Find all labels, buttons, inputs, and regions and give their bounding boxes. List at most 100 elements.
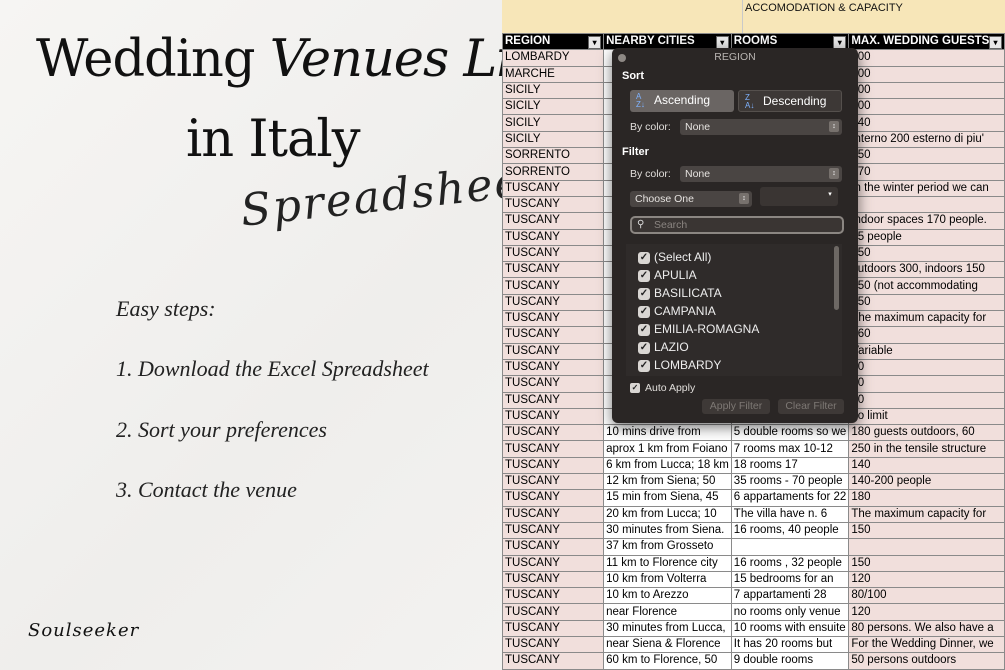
table-cell[interactable]: 37 km from Grosseto xyxy=(603,538,732,556)
table-cell[interactable]: 150 xyxy=(848,244,1005,263)
table-cell[interactable]: 180 guests outdoors, 60 xyxy=(848,424,1005,442)
table-cell[interactable]: 30 minutes from Lucca, xyxy=(603,619,732,637)
table-cell[interactable]: TUSCANY xyxy=(502,489,605,507)
list-item[interactable]: LAZIO xyxy=(654,340,689,354)
list-item[interactable]: LOMBARDY xyxy=(654,358,721,372)
table-cell[interactable]: TUSCANY xyxy=(502,277,605,295)
table-cell[interactable]: SORRENTO xyxy=(502,147,605,165)
list-item[interactable]: BASILICATA xyxy=(654,286,722,300)
column-header-max-guests[interactable]: MAX. WEDDING GUESTS ▾ xyxy=(848,32,1005,51)
table-cell[interactable]: The maximum capacity for xyxy=(848,505,1005,523)
table-cell[interactable]: 16 rooms , 32 people xyxy=(730,554,850,572)
list-item[interactable]: APULIA xyxy=(654,268,697,282)
checkbox-campania[interactable]: ✓ xyxy=(638,306,650,318)
table-cell[interactable]: Indoor spaces 170 people. xyxy=(848,212,1005,230)
table-cell[interactable]: 20 km from Lucca; 10 xyxy=(603,505,732,523)
checkbox-lazio[interactable]: ✓ xyxy=(638,342,650,354)
table-cell[interactable]: TUSCANY xyxy=(502,261,605,279)
table-cell[interactable]: 270 xyxy=(848,163,1005,181)
table-cell[interactable]: TUSCANY xyxy=(502,521,605,540)
table-cell[interactable]: 80/100 xyxy=(848,587,1005,605)
sort-descending-button[interactable]: Z A↓ Descending xyxy=(738,90,842,112)
table-cell[interactable]: TUSCANY xyxy=(502,619,605,637)
table-cell[interactable]: 250 in the tensile structure xyxy=(848,440,1005,458)
table-cell[interactable]: 6 km from Lucca; 18 km xyxy=(603,456,732,475)
table-cell[interactable]: 16 rooms, 40 people xyxy=(730,521,850,540)
table-cell[interactable]: TUSCANY xyxy=(502,505,605,523)
table-cell[interactable]: 10 km to Arezzo xyxy=(603,587,732,605)
table-cell[interactable]: near Florence xyxy=(603,603,732,621)
table-cell[interactable]: TUSCANY xyxy=(502,538,605,556)
table-cell[interactable] xyxy=(848,195,1005,214)
table-cell[interactable]: TUSCANY xyxy=(502,212,605,230)
table-cell[interactable]: 9 double rooms xyxy=(730,652,850,670)
table-cell[interactable]: 150 xyxy=(848,293,1005,312)
table-cell[interactable]: 5 double rooms so we xyxy=(730,424,850,442)
table-cell[interactable]: 150 (not accommodating xyxy=(848,277,1005,295)
sort-filter-icon[interactable]: ▾ xyxy=(588,36,602,49)
table-cell[interactable]: 60 km to Florence, 50 xyxy=(603,652,732,670)
table-cell[interactable]: TUSCANY xyxy=(502,326,605,344)
search-input[interactable]: ⚲ Search xyxy=(630,216,844,234)
table-cell[interactable]: near Siena & Florence xyxy=(603,635,732,654)
table-cell[interactable]: TUSCANY xyxy=(502,603,605,621)
table-cell[interactable]: no rooms only venue xyxy=(730,603,850,621)
table-cell[interactable]: 250 xyxy=(848,147,1005,165)
table-cell[interactable]: TUSCANY xyxy=(502,342,605,360)
filter-dropdown-icon[interactable]: ▾ xyxy=(989,36,1002,49)
table-cell[interactable] xyxy=(848,538,1005,556)
checkbox-select-all[interactable]: ✓ xyxy=(638,252,650,264)
table-cell[interactable]: 300 xyxy=(848,81,1005,100)
checkbox-emilia-romagna[interactable]: ✓ xyxy=(638,324,650,336)
table-cell[interactable]: 200 xyxy=(848,49,1005,67)
table-cell[interactable]: For the Wedding Dinner, we xyxy=(848,635,1005,654)
apply-filter-button[interactable]: Apply Filter xyxy=(702,399,770,414)
column-header-region[interactable]: REGION ▾ xyxy=(502,32,605,51)
table-cell[interactable]: 140-200 people xyxy=(848,473,1005,491)
table-cell[interactable]: SORRENTO xyxy=(502,163,605,181)
scrollbar[interactable] xyxy=(834,246,839,310)
list-item[interactable]: EMILIA-ROMAGNA xyxy=(654,322,759,336)
table-cell[interactable]: Interno 200 esterno di piu' xyxy=(848,130,1005,149)
table-cell[interactable]: 6 appartaments for 22 xyxy=(730,489,850,507)
table-cell[interactable]: TUSCANY xyxy=(502,424,605,442)
table-cell[interactable]: 11 km to Florence city xyxy=(603,554,732,572)
checkbox-apulia[interactable]: ✓ xyxy=(638,270,650,282)
table-cell[interactable]: TUSCANY xyxy=(502,570,605,589)
table-cell[interactable]: 300 xyxy=(848,98,1005,116)
table-cell[interactable]: 50 xyxy=(848,391,1005,409)
checkbox-lombardy[interactable]: ✓ xyxy=(638,360,650,372)
table-cell[interactable]: TUSCANY xyxy=(502,587,605,605)
table-cell[interactable]: TUSCANY xyxy=(502,293,605,312)
table-cell[interactable]: SICILY xyxy=(502,81,605,100)
table-cell[interactable]: The villa have n. 6 xyxy=(730,505,850,523)
table-cell[interactable]: 35 rooms - 70 people xyxy=(730,473,850,491)
table-cell[interactable]: 7 rooms max 10-12 xyxy=(730,440,850,458)
table-cell[interactable]: MARCHE xyxy=(502,65,605,83)
table-cell[interactable]: TUSCANY xyxy=(502,391,605,409)
table-cell[interactable]: TUSCANY xyxy=(502,407,605,426)
table-cell[interactable]: TUSCANY xyxy=(502,473,605,491)
table-cell[interactable]: 30 minutes from Siena. xyxy=(603,521,732,540)
table-cell[interactable]: LOMBARDY xyxy=(502,49,605,67)
table-cell[interactable]: 120 xyxy=(848,570,1005,589)
table-cell[interactable]: 15 min from Siena, 45 xyxy=(603,489,732,507)
table-cell[interactable]: 50 persons outdoors xyxy=(848,652,1005,670)
table-cell[interactable]: 10 km from Volterra xyxy=(603,570,732,589)
table-cell[interactable]: SICILY xyxy=(502,130,605,149)
table-cell[interactable]: SICILY xyxy=(502,98,605,116)
empty-header-cell[interactable] xyxy=(502,0,743,33)
table-cell[interactable]: TUSCANY xyxy=(502,440,605,458)
table-cell[interactable]: TUSCANY xyxy=(502,554,605,572)
table-cell[interactable]: 180 xyxy=(848,489,1005,507)
table-cell[interactable]: It has 20 rooms but xyxy=(730,635,850,654)
table-cell[interactable]: outdoors 300, indoors 150 xyxy=(848,261,1005,279)
table-cell[interactable]: 35 people xyxy=(848,228,1005,246)
table-cell[interactable]: TUSCANY xyxy=(502,195,605,214)
table-cell[interactable]: TUSCANY xyxy=(502,244,605,263)
table-cell[interactable]: SICILY xyxy=(502,114,605,132)
filter-by-color-select[interactable]: None ↕ xyxy=(680,166,842,182)
table-cell[interactable]: TUSCANY xyxy=(502,310,605,328)
list-item[interactable]: CAMPANIA xyxy=(654,304,716,318)
table-cell[interactable]: 80 persons. We also have a xyxy=(848,619,1005,637)
